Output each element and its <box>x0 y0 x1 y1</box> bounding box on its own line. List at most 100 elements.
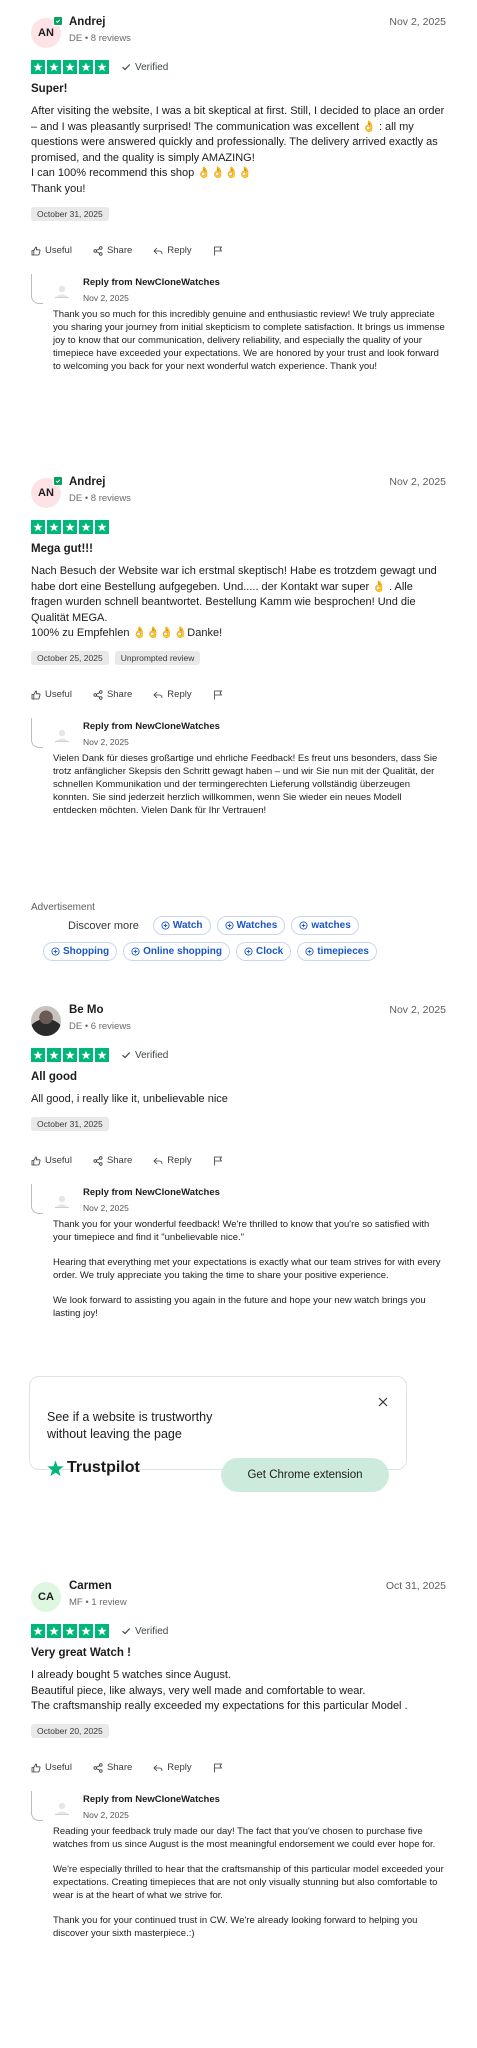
reply-button[interactable]: Reply <box>153 1762 192 1773</box>
check-icon <box>122 1628 131 1635</box>
star-icon <box>63 1624 77 1638</box>
chrome-extension-promo: See if a website is trustworthy without … <box>29 1376 407 1492</box>
review-title[interactable]: Mega gut!!! <box>31 543 446 555</box>
review-date: Nov 2, 2025 <box>389 476 446 488</box>
check-icon <box>122 1052 131 1059</box>
report-button[interactable] <box>213 690 223 700</box>
star-icon <box>79 1624 93 1638</box>
ad-chip[interactable]: Clock <box>236 942 292 961</box>
reviewer-name[interactable]: Andrej <box>69 16 105 28</box>
review-title[interactable]: Super! <box>31 83 446 95</box>
useful-button[interactable]: Useful <box>31 689 72 700</box>
flag-icon <box>213 1763 222 1773</box>
share-button[interactable]: Share <box>93 1155 132 1166</box>
search-plus-icon <box>299 921 308 930</box>
useful-button[interactable]: Useful <box>31 245 72 256</box>
reply-date: Nov 2, 2025 <box>83 736 129 747</box>
avatar[interactable]: AN <box>31 476 63 508</box>
star-rating <box>31 1624 109 1638</box>
experience-date-tag: October 20, 2025 <box>31 1723 109 1738</box>
review-title[interactable]: All good <box>31 1071 446 1083</box>
star-icon <box>63 520 77 534</box>
star-icon <box>79 1048 93 1062</box>
experience-date-tag: October 31, 2025 <box>31 206 109 221</box>
check-icon <box>122 64 131 71</box>
report-button[interactable] <box>213 246 223 256</box>
search-plus-icon <box>51 947 60 956</box>
reply-from: Reply from NewCloneWatches <box>83 720 220 732</box>
ad-chip[interactable]: watches <box>291 916 359 935</box>
review-date: Oct 31, 2025 <box>385 1580 446 1592</box>
reviewer-meta: DE • 8 reviews <box>69 33 131 44</box>
ad-chip[interactable]: Shopping <box>43 942 118 961</box>
search-plus-icon <box>224 921 234 930</box>
get-chrome-extension-button[interactable]: Get Chrome extension <box>221 1458 389 1492</box>
avatar[interactable]: CA <box>31 1582 61 1612</box>
review-date: Nov 2, 2025 <box>389 16 446 28</box>
company-logo-icon <box>55 285 69 298</box>
star-rating <box>31 520 109 534</box>
thumbs-up-icon <box>31 690 41 700</box>
star-icon <box>95 520 109 534</box>
star-icon <box>95 60 109 74</box>
review-body: I already bought 5 watches since August.… <box>31 1669 408 1713</box>
company-logo-icon <box>55 729 69 742</box>
reply-arrow-icon <box>153 247 163 254</box>
reply-from: Reply from NewCloneWatches <box>83 1186 220 1198</box>
reply-connector <box>31 1183 43 1214</box>
reply-arrow-icon <box>153 1157 163 1164</box>
reply-text: Thank you so much for this incredibly ge… <box>53 308 445 372</box>
review-card: AN Andrej DE • 8 reviews Nov 2, 2025 Ver… <box>0 16 477 373</box>
ad-chip[interactable]: timepieces <box>297 942 377 961</box>
reply-text: Reading your feedback truly made our day… <box>53 1825 444 1939</box>
share-icon <box>93 245 103 256</box>
search-plus-icon <box>161 921 170 930</box>
review-body: After visiting the website, I was a bit … <box>31 105 445 195</box>
experience-date-tag: October 31, 2025 <box>31 1116 109 1131</box>
ad-chip[interactable]: Watches <box>216 916 286 935</box>
reviewer-meta: DE • 6 reviews <box>69 1021 131 1032</box>
experience-date-tag: October 25, 2025 <box>31 650 109 665</box>
reply-date: Nov 2, 2025 <box>83 1202 129 1213</box>
review-card: CA Carmen MF • 1 review Oct 31, 2025 Ver… <box>0 1580 477 1940</box>
reply-button[interactable]: Reply <box>153 1155 192 1166</box>
flag-icon <box>213 690 222 700</box>
report-button[interactable] <box>213 1156 223 1166</box>
reply-button[interactable]: Reply <box>153 245 192 256</box>
share-button[interactable]: Share <box>93 245 132 256</box>
share-button[interactable]: Share <box>93 1762 132 1773</box>
reply-date: Nov 2, 2025 <box>83 1809 129 1820</box>
unprompted-review-tag: Unprompted review <box>114 650 201 665</box>
reviewer-name[interactable]: Be Mo <box>69 1004 104 1016</box>
verified-label: Verified <box>121 62 168 73</box>
reply-button[interactable]: Reply <box>153 689 192 700</box>
star-icon <box>63 60 77 74</box>
reviewer-name[interactable]: Andrej <box>69 476 105 488</box>
avatar[interactable]: AN <box>31 16 63 48</box>
share-icon <box>93 1155 103 1166</box>
ad-label: Advertisement <box>31 902 95 913</box>
ad-chip[interactable]: Online shopping <box>123 942 230 961</box>
trustpilot-star-icon <box>47 1460 64 1476</box>
reply-from: Reply from NewCloneWatches <box>83 1793 220 1805</box>
thumbs-up-icon <box>31 246 41 255</box>
ad-chip[interactable]: Watch <box>152 916 211 935</box>
star-icon <box>47 520 61 534</box>
report-button[interactable] <box>213 1763 223 1773</box>
verified-badge-icon <box>53 16 63 26</box>
share-button[interactable]: Share <box>93 689 132 700</box>
close-icon[interactable] <box>378 1397 388 1407</box>
star-icon <box>47 1624 61 1638</box>
avatar[interactable] <box>31 1006 61 1036</box>
useful-button[interactable]: Useful <box>31 1762 72 1773</box>
promo-text: See if a website is trustworthy without … <box>47 1410 213 1441</box>
useful-button[interactable]: Useful <box>31 1155 72 1166</box>
reply-connector <box>31 717 43 748</box>
reply-connector <box>31 273 43 304</box>
thumbs-up-icon <box>31 1763 41 1773</box>
reviewer-name[interactable]: Carmen <box>69 1580 112 1592</box>
review-title[interactable]: Very great Watch ! <box>31 1647 446 1659</box>
star-icon <box>47 1048 61 1062</box>
star-icon <box>47 60 61 74</box>
star-icon <box>63 1048 77 1062</box>
